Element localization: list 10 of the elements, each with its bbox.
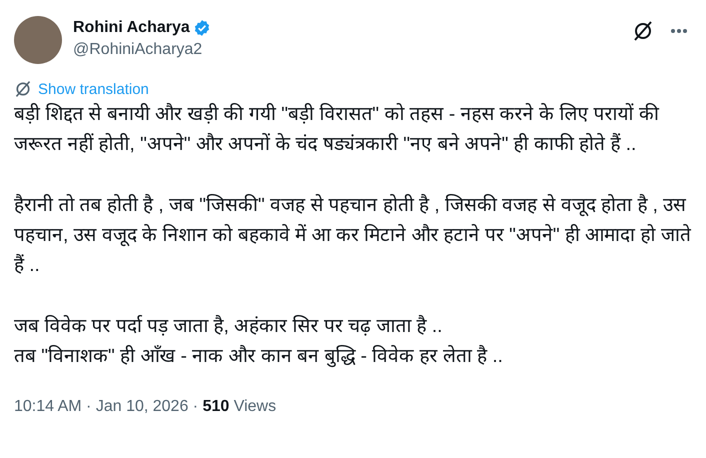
translate-icon [14, 80, 32, 98]
more-options-icon[interactable] [670, 28, 688, 34]
author-handle[interactable]: @RohiniAcharya2 [73, 39, 621, 61]
tweet-meta: 10:14 AM · Jan 10, 2026 · 510 Views [14, 398, 278, 416]
tweet-text: हैरानी तो तब होती है , जब "जिसकी" वजह से पहचान होती है , जिसकी वजह से वजूद होता है , उस पहचान, उस वजूद के निशान को बहकावे में आ कर मिटाने और हटाने पर "अपने" ही आमादा हो जाते हैं .. [14, 193, 692, 278]
tweet-text: जब विवेक पर पर्दा पड़ जाता है, अहंकार सिर पर चढ़ जाता है .. [14, 314, 444, 339]
tweet-text: तब "विनाशक" ही आँख - नाक और कान बन बुद्धि - विवेक हर लेता है .. [14, 344, 504, 370]
tweet-text: बड़ी शिद्दत से बनायी और खड़ी की गयी "बड़ी विरासत" को तहस - नहस करने के लिए परायों की जरूरत नहीं होती, "अपने" और अपनों के चंद षड्यंत्रकारी "नए बने अपने" ही काफी होते हैं .. [14, 102, 660, 157]
author-name[interactable]: Rohini Acharya [73, 17, 190, 39]
avatar-photo-placeholder[interactable] [14, 16, 62, 64]
